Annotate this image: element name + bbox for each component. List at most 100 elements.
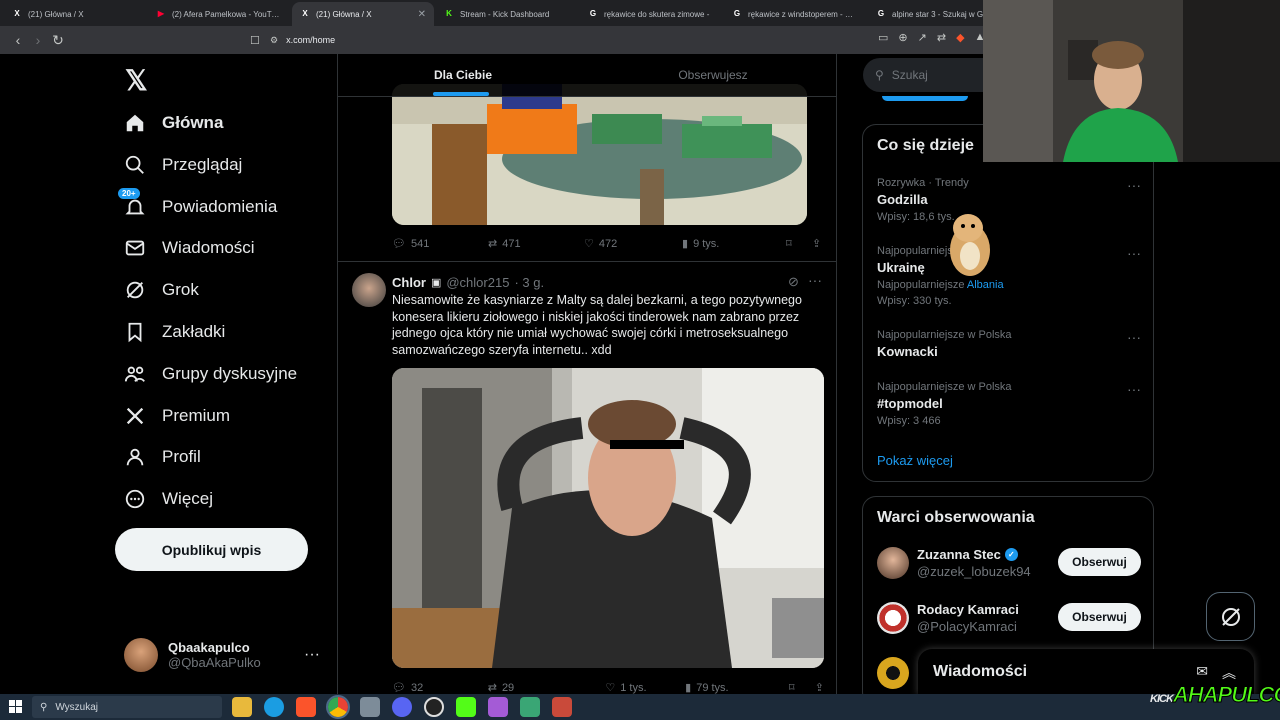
sidebar-item-premium[interactable]: Premium — [124, 405, 230, 427]
tweet-author-name[interactable]: Chlor — [392, 275, 426, 290]
heart-icon: ♡ — [605, 682, 616, 694]
share-icon[interactable]: ⇪ — [812, 237, 821, 250]
windows-start-icon[interactable] — [9, 700, 22, 713]
bookmark-icon[interactable]: ⌑ — [789, 681, 815, 694]
reload-icon[interactable]: ↻ — [48, 32, 68, 49]
more-dots-icon[interactable]: ··· — [1127, 381, 1141, 397]
tweet-media-image[interactable] — [392, 84, 807, 225]
expand-icon[interactable]: ︽ — [1222, 663, 1236, 683]
browser-tab[interactable]: X (21) Główna / X — [4, 2, 146, 26]
trend-item[interactable]: Najpopularniejsze w Polska #topmodel Wpi… — [877, 381, 1141, 427]
windows-taskbar: ⚲ Wyszukaj — [0, 694, 1280, 720]
repost-button[interactable]: ⇄ 471 — [488, 237, 584, 251]
taskbar-search[interactable]: ⚲ Wyszukaj — [32, 696, 222, 718]
close-tab-icon[interactable]: ✕ — [418, 9, 426, 20]
tab-favicon-icon: G — [733, 9, 741, 18]
cast-icon[interactable]: ▭ — [878, 31, 888, 44]
more-dots-icon[interactable]: ··· — [808, 272, 822, 288]
sidebar-item-wiadomości[interactable]: Wiadomości — [124, 237, 255, 259]
grok-icon — [1221, 607, 1240, 626]
like-button[interactable]: ♡ 1 tys. — [605, 681, 685, 695]
browser-tab[interactable]: X (21) Główna / X ✕ — [292, 2, 434, 26]
communities-icon — [124, 363, 146, 385]
repost-button[interactable]: ⇄ 29 — [488, 681, 606, 695]
kick-app-icon[interactable] — [456, 697, 476, 717]
sidebar-item-zakładki[interactable]: Zakładki — [124, 321, 225, 343]
grok-icon[interactable]: ⊘ — [788, 274, 799, 290]
like-button[interactable]: ♡ 472 — [584, 237, 682, 251]
edge-icon[interactable] — [264, 697, 284, 717]
tab-for-you[interactable]: Dla Ciebie — [338, 54, 588, 96]
browser-tab[interactable]: Grękawice do skutera zimowe - — [580, 2, 722, 26]
app-icon[interactable] — [520, 697, 540, 717]
sidebar-item-przeglądaj[interactable]: Przeglądaj — [124, 154, 242, 176]
trend-item[interactable]: Najpopularniejsze Ukrainę Najpopularniej… — [877, 245, 1141, 307]
tab-title: (21) Główna / X — [28, 9, 84, 19]
share-icon[interactable]: ↗ — [918, 31, 927, 44]
bookmark-icon[interactable]: ⌑ — [786, 237, 812, 250]
x-logo-icon[interactable]: 𝕏 — [125, 64, 148, 97]
app-icon[interactable] — [360, 697, 380, 717]
translate-icon[interactable]: ⇄ — [937, 31, 946, 44]
sidebar-item-label: Profil — [162, 447, 201, 467]
account-switcher[interactable]: Qbaakapulco @QbaAkaPulko ··· — [124, 638, 320, 672]
tweet-author-handle[interactable]: @chlor215 — [446, 275, 509, 290]
app-icon[interactable] — [552, 697, 572, 717]
avatar[interactable] — [352, 273, 386, 307]
follow-button[interactable]: Obserwuj — [1058, 603, 1141, 631]
zoom-icon[interactable]: ⊕ — [898, 31, 907, 44]
browser-tab[interactable]: Grękawice z windstoperem - Szu — [724, 2, 866, 26]
sidebar-item-profil[interactable]: Profil — [124, 446, 201, 468]
back-icon[interactable]: ‹ — [8, 32, 28, 48]
trend-related-link[interactable]: Albania — [967, 279, 1004, 291]
bookmark-page-icon[interactable]: ☐ — [250, 34, 260, 47]
sidebar-item-powiadomienia[interactable]: 20+ Powiadomienia — [118, 187, 277, 218]
new-message-icon[interactable]: ✉ — [1196, 663, 1208, 683]
views-button[interactable]: ▮ 9 tys. — [682, 237, 786, 251]
sidebar-item-label: Przeglądaj — [162, 154, 243, 174]
forward-icon[interactable]: › — [28, 32, 48, 48]
browser-tab[interactable]: K Stream - Kick Dashboard — [436, 2, 578, 26]
reply-button[interactable]: 💬︎ 32 — [392, 681, 488, 695]
discord-icon[interactable] — [392, 697, 412, 717]
post-button[interactable]: Opublikuj wpis — [115, 528, 308, 571]
chrome-icon[interactable] — [326, 695, 350, 719]
reply-icon: 💬︎ — [392, 238, 406, 250]
sidebar-item-grupy-dyskusyjne[interactable]: Grupy dyskusyjne — [124, 363, 297, 385]
trend-item[interactable]: Najpopularniejsze w Polska Kownacki ··· — [877, 329, 1141, 359]
follow-suggestion[interactable]: Rodacy Kamraci @PolacyKamraci Obserwuj — [877, 600, 1141, 640]
follow-button[interactable]: Obserwuj — [1058, 548, 1141, 576]
more-dots-icon[interactable]: ··· — [304, 646, 320, 664]
sidebar-item-więcej[interactable]: Więcej — [124, 488, 213, 510]
sidebar-item-grok[interactable]: Grok — [124, 279, 199, 301]
more-dots-icon[interactable]: ··· — [1127, 245, 1141, 261]
search-input[interactable]: ⚲ Szukaj — [863, 58, 1003, 92]
tab-following[interactable]: Obserwujesz — [588, 54, 836, 96]
browser-tab[interactable]: ▶ (2) Afera Pamelkowa - YouTube — [148, 2, 290, 26]
sidebar-item-główna[interactable]: Główna — [124, 112, 223, 134]
more-dots-icon[interactable]: ··· — [1127, 329, 1141, 345]
reply-button[interactable]: 💬︎ 541 — [392, 237, 488, 251]
app-icon[interactable] — [488, 697, 508, 717]
brave-shield-icon[interactable]: ◆ — [956, 31, 964, 44]
grok-floating-button[interactable] — [1206, 592, 1255, 641]
trend-item[interactable]: Rozrywka · Trendy Godzilla Wpisy: 18,6 t… — [877, 177, 1141, 223]
site-info-icon[interactable]: ⚙ — [270, 35, 278, 46]
more-dots-icon[interactable]: ··· — [1127, 177, 1141, 193]
url-text: x.com/home — [286, 35, 336, 45]
premium-button-edge[interactable] — [882, 96, 968, 101]
trends-title: Co się dzieje — [877, 137, 974, 154]
repost-icon: ⇄ — [488, 238, 498, 250]
tweet-text: Niesamowite że kasyniarze z Malty są dal… — [392, 293, 802, 357]
share-icon[interactable]: ⇪ — [815, 681, 824, 694]
avatar — [877, 547, 909, 579]
follow-suggestion[interactable]: Zuzanna Stec ✓ @zuzek_lobuzek94 Obserwuj — [877, 545, 1141, 585]
obs-icon[interactable] — [424, 697, 444, 717]
brave-icon[interactable] — [296, 697, 316, 717]
views-button[interactable]: ▮ 79 tys. — [685, 681, 789, 695]
show-more-link[interactable]: Pokaż więcej — [877, 453, 953, 468]
search-icon: ⚲ — [40, 701, 48, 713]
file-explorer-icon[interactable] — [232, 697, 252, 717]
tweet-media-image[interactable] — [392, 368, 824, 668]
tweet-time[interactable]: · 3 g. — [514, 275, 544, 290]
